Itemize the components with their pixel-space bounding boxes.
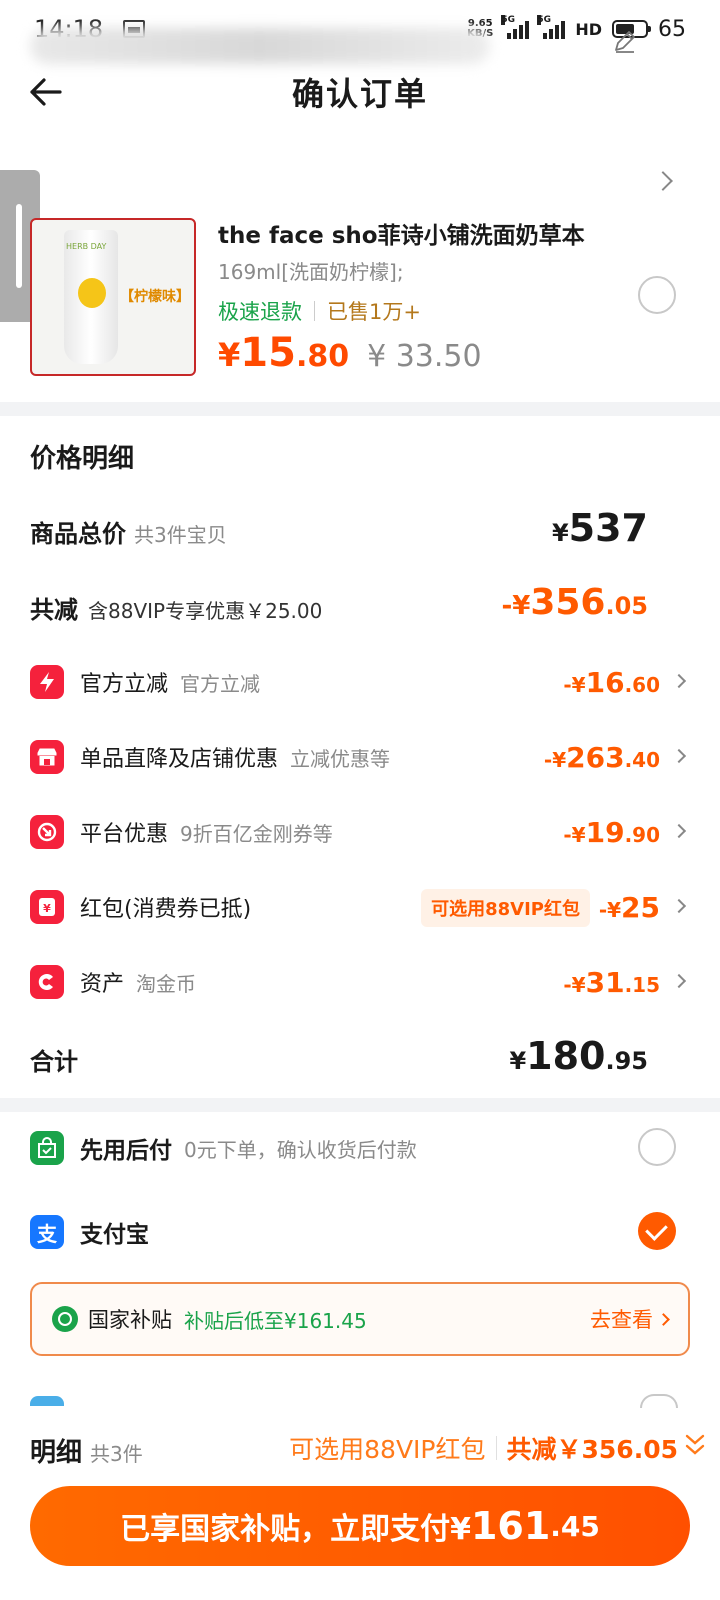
- alipay-option[interactable]: 支 支付宝: [30, 1210, 690, 1254]
- chevron-right-icon: [671, 748, 687, 764]
- footer-detail-label: 明细: [30, 1438, 83, 1468]
- discount-desc: 立减优惠等: [290, 746, 391, 771]
- back-arrow-icon[interactable]: [26, 72, 66, 112]
- chevron-right-icon: [671, 673, 687, 689]
- page-header: 确认订单: [0, 58, 720, 126]
- product-tags: 极速退款 已售1万+: [218, 296, 421, 326]
- tube-brand-text: HERB DAY: [66, 242, 107, 251]
- chevron-right-icon[interactable]: [653, 171, 673, 191]
- footer-summary[interactable]: 可选用88VIP红包 共减￥356.05: [289, 1430, 678, 1466]
- subtotal-amount: ¥537: [551, 506, 648, 550]
- discount-name: 红包(消费券已抵): [80, 897, 252, 922]
- signal-5g-label-2: 5G: [537, 15, 551, 25]
- subsidy-view-link[interactable]: 去查看: [590, 1304, 670, 1334]
- pay-later-desc: 0元下单，确认收货后付款: [184, 1137, 417, 1162]
- discount-name: 官方立减: [80, 672, 169, 697]
- discount-row-platform[interactable]: 平台优惠 9折百亿金刚券等 -¥19.90: [30, 812, 690, 852]
- section-divider: [0, 1098, 720, 1112]
- item-count: 共3件宝贝: [134, 523, 227, 547]
- battery-level: 65: [658, 16, 686, 42]
- pay-later-option[interactable]: 先用后付 0元下单，确认收货后付款: [30, 1126, 690, 1170]
- subsidy-desc: 补贴后低至¥161.45: [184, 1308, 367, 1333]
- discount-desc: 官方立减: [180, 671, 261, 696]
- red-packet-icon: ¥: [30, 890, 64, 924]
- discount-row-official[interactable]: 官方立减 官方立减 -¥16.60: [30, 662, 690, 702]
- discount-row-assets[interactable]: 资产 淘金币 -¥31.15: [30, 962, 690, 1002]
- status-indicators: 9.65 KB/S 5G 5G HD 65: [467, 15, 686, 42]
- lemon-graphic: [78, 278, 106, 308]
- svg-text:¥: ¥: [43, 902, 51, 915]
- page-title: 确认订单: [291, 75, 428, 113]
- alipay-selected-check-icon[interactable]: [638, 1212, 676, 1250]
- fast-refund-tag: 极速退款: [218, 300, 302, 324]
- partial-payment-radio: [640, 1394, 678, 1408]
- original-price: ¥ 33.50: [367, 339, 482, 374]
- price-detail-title: 价格明细: [30, 444, 135, 474]
- subtotal-label: 商品总价: [30, 520, 126, 548]
- vip-redpacket-chip[interactable]: 可选用88VIP红包: [421, 889, 590, 927]
- subsidy-title: 国家补贴: [88, 1308, 172, 1332]
- sum-amount: ¥180.95: [509, 1034, 648, 1078]
- discount-name: 平台优惠: [80, 822, 169, 847]
- alipay-icon: 支: [30, 1215, 64, 1249]
- footer-detail[interactable]: 明细 共3件: [30, 1432, 143, 1469]
- product-select-radio[interactable]: [638, 276, 676, 314]
- footer-vip-redpacket: 可选用88VIP红包: [289, 1435, 486, 1464]
- edit-icon[interactable]: [612, 28, 638, 54]
- product-tube: HERB DAY: [64, 230, 118, 364]
- discount-row-store[interactable]: 单品直降及店铺优惠 立减优惠等 -¥263.40: [30, 737, 690, 777]
- signal-icon: 5G: [501, 15, 530, 39]
- shop-name-blurred: [30, 28, 490, 64]
- coin-icon: [30, 965, 64, 999]
- footer-total-discount: 共减￥356.05: [506, 1435, 678, 1464]
- discount-amount: -¥19.90: [563, 815, 660, 849]
- section-divider: [0, 402, 720, 416]
- discount-amount: -¥25: [598, 890, 660, 924]
- discount-row-redpacket[interactable]: ¥ 红包(消费券已抵) 可选用88VIP红包 -¥25: [30, 887, 690, 927]
- store-icon: [30, 740, 64, 774]
- hd-indicator: HD: [575, 19, 602, 39]
- coupon-arrow-icon: [30, 815, 64, 849]
- pay-now-button[interactable]: 已享国家补贴，立即支付¥ 161.45: [30, 1486, 690, 1566]
- product-spec[interactable]: 169ml[洗面奶柠檬];: [218, 256, 404, 285]
- product-price: ¥15.80: [218, 330, 350, 376]
- chevron-right-icon: [671, 898, 687, 914]
- product-image[interactable]: HERB DAY 【柠檬味】: [30, 218, 196, 376]
- alipay-name: 支付宝: [80, 1222, 149, 1248]
- signal-5g-label: 5G: [501, 15, 515, 25]
- discount-name: 资产: [80, 972, 125, 997]
- flavor-tag: 【柠檬味】: [120, 289, 190, 305]
- total-discount-row: 共减 含88VIP专享优惠￥25.00: [30, 590, 322, 625]
- national-subsidy-banner[interactable]: 国家补贴 补贴后低至¥161.45 去查看: [30, 1282, 690, 1356]
- footer-item-count: 共3件: [90, 1442, 143, 1466]
- product-name[interactable]: the face sho菲诗小铺洗面奶草本: [218, 216, 585, 250]
- shopping-bag-check-icon: [30, 1131, 64, 1165]
- product-price-row: ¥15.80 ¥ 33.50: [218, 330, 482, 376]
- double-chevron-down-icon[interactable]: [684, 1432, 706, 1458]
- discount-desc: 淘金币: [136, 971, 197, 996]
- discount-amount: -¥16.60: [563, 665, 660, 699]
- pay-later-radio[interactable]: [638, 1128, 676, 1166]
- chevron-right-icon: [671, 973, 687, 989]
- discount-amount: -¥263.40: [543, 740, 660, 774]
- partial-payment-icon: [30, 1396, 64, 1406]
- signal-icon-2: 5G: [537, 15, 566, 39]
- pay-later-name: 先用后付: [80, 1138, 172, 1164]
- lightning-icon: [30, 665, 64, 699]
- discount-amount: -¥31.15: [563, 965, 660, 999]
- chevron-right-icon: [671, 823, 687, 839]
- subtotal-row: 商品总价 共3件宝贝: [30, 514, 227, 549]
- subsidy-icon: [52, 1306, 78, 1332]
- discount-name: 单品直降及店铺优惠: [80, 747, 279, 772]
- total-discount-amount: -¥356.05: [501, 582, 648, 623]
- sum-label: 合计: [30, 1048, 78, 1076]
- checkout-footer: 明细 共3件 可选用88VIP红包 共减￥356.05 已享国家补贴，立即支付¥ 1…: [0, 1408, 720, 1600]
- total-discount-label: 共减: [30, 596, 78, 624]
- sold-count-tag: 已售1万+: [327, 300, 421, 324]
- discount-desc: 9折百亿金刚券等: [180, 821, 333, 846]
- vip-discount-note: 含88VIP专享优惠￥25.00: [88, 599, 323, 623]
